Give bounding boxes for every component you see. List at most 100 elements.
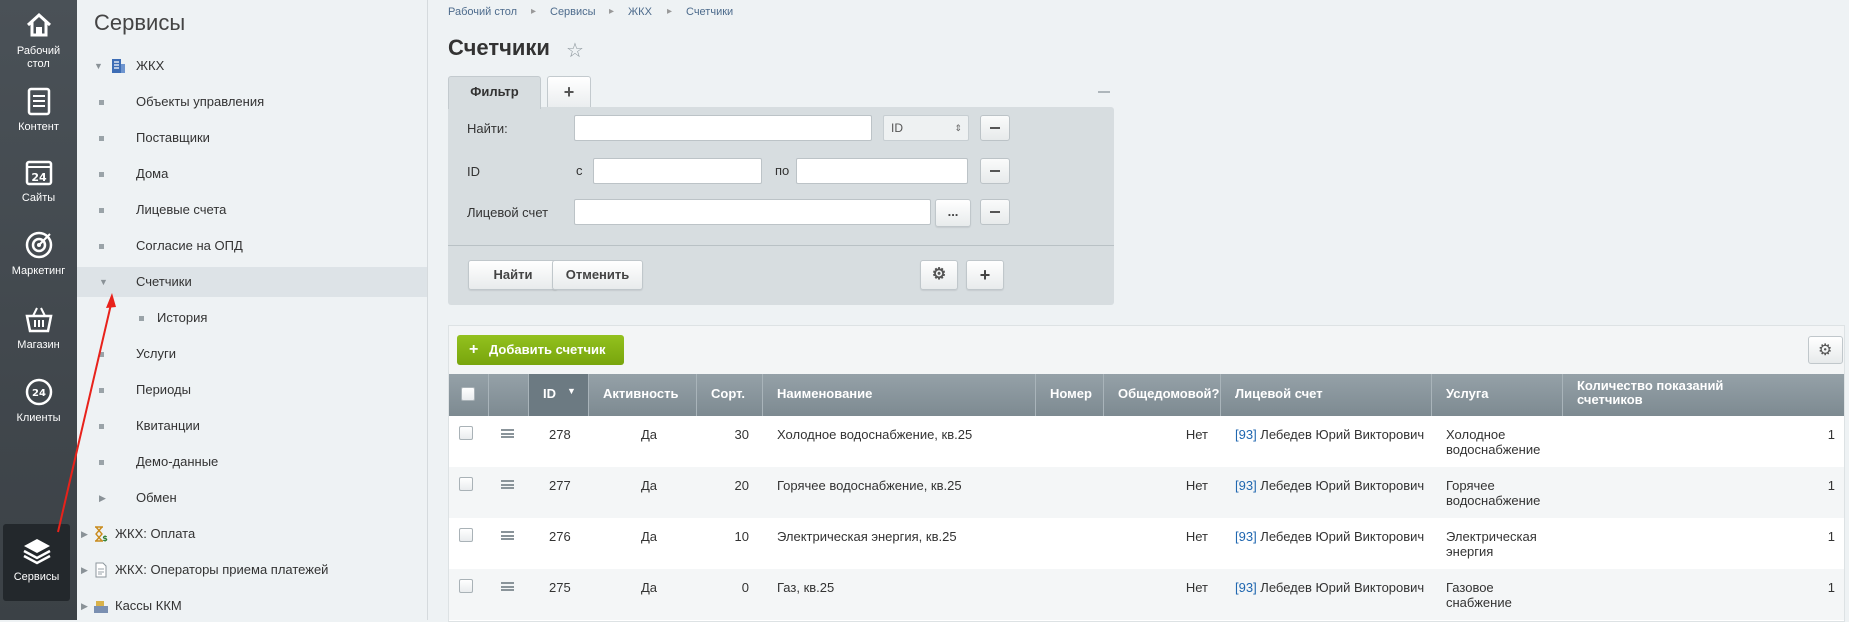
account-id-link[interactable]: [93] — [1235, 427, 1257, 442]
account-name: Лебедев Юрий Викторович — [1256, 529, 1425, 544]
expanded-triangle-icon[interactable]: ▼ — [94, 51, 103, 81]
collapse-filter-icon[interactable] — [1098, 91, 1110, 93]
svg-text:$: $ — [102, 534, 108, 542]
column-header-active[interactable]: Активность — [589, 374, 697, 416]
menu-item-suppliers[interactable]: Поставщики — [77, 123, 427, 153]
nav-sites[interactable]: 24 Сайты — [0, 157, 77, 205]
cell-account[interactable]: [93] Лебедев Юрий Викторович — [1235, 478, 1424, 493]
row-checkbox[interactable] — [459, 426, 473, 440]
column-header-id[interactable]: ID ▼ — [529, 374, 589, 416]
column-header-account[interactable]: Лицевой счет — [1221, 374, 1432, 416]
collapsed-triangle-icon[interactable]: ▶ — [99, 483, 106, 513]
nav-shop-label: Магазин — [17, 339, 60, 351]
account-id-link[interactable]: [93] — [1235, 478, 1257, 493]
building-icon — [112, 59, 125, 73]
collapsed-triangle-icon[interactable]: ▶ — [81, 519, 88, 549]
cell-service: Электрическая энергия — [1446, 529, 1537, 559]
row-checkbox[interactable] — [459, 528, 473, 542]
grid-settings-button[interactable]: ⚙ — [1808, 336, 1843, 364]
add-meter-button[interactable]: + Добавить счетчик — [457, 335, 624, 365]
table-row[interactable]: 275 Да 0 Газ, кв.25 Нет [93] Лебедев Юрий Вик… — [449, 569, 1844, 620]
menu-item-meters[interactable]: ▼ Счетчики — [77, 267, 427, 297]
cancel-button[interactable]: Отменить — [552, 260, 643, 290]
remove-find-field-button[interactable] — [980, 115, 1010, 141]
menu-item-services[interactable]: Услуги — [77, 339, 427, 369]
row-checkbox[interactable] — [459, 579, 473, 593]
table-row[interactable]: 278 Да 30 Холодное водоснабжение, кв.25 Нет [… — [449, 416, 1844, 467]
find-input[interactable] — [574, 115, 872, 141]
remove-account-field-button[interactable] — [980, 199, 1010, 225]
menu-item-exchange[interactable]: ▶ Обмен — [77, 483, 427, 513]
nav-clients[interactable]: 24 Клиенты — [0, 377, 77, 425]
row-menu-icon[interactable] — [501, 429, 514, 438]
filter-settings-button[interactable]: ⚙ — [920, 260, 958, 290]
breadcrumb-services[interactable]: Сервисы — [550, 6, 596, 18]
table-row[interactable]: 276 Да 10 Электрическая энергия, кв.25 Нет [9… — [449, 518, 1844, 569]
row-menu-icon[interactable] — [501, 480, 514, 489]
add-filter-field-button[interactable]: + — [966, 260, 1004, 290]
cell-account[interactable]: [93] Лебедев Юрий Викторович — [1235, 580, 1424, 595]
select-arrows-icon: ⇕ — [954, 123, 962, 133]
expanded-triangle-icon[interactable]: ▼ — [99, 267, 108, 297]
menu-item-label: ЖКХ: Оплата — [115, 526, 196, 541]
find-scope-select[interactable]: ID ⇕ — [883, 115, 969, 141]
nav-content[interactable]: Контент — [0, 86, 77, 134]
cell-active: Да — [641, 427, 658, 442]
remove-id-field-button[interactable] — [980, 158, 1010, 184]
menu-item-zhkh[interactable]: ▼ ЖКХ — [77, 51, 427, 81]
menu-item-accounts[interactable]: Лицевые счета — [77, 195, 427, 225]
cash-register-icon — [94, 601, 108, 613]
menu-item-operators[interactable]: ▶ ЖКХ: Операторы приема платежей — [77, 555, 427, 585]
column-header-common[interactable]: Общедомовой? — [1104, 374, 1221, 416]
account-id-link[interactable]: [93] — [1235, 529, 1257, 544]
breadcrumb-zhkh[interactable]: ЖКХ — [628, 6, 652, 18]
table-row[interactable]: 277 Да 20 Горячее водоснабжение, кв.25 Нет [9… — [449, 467, 1844, 518]
column-header-number[interactable]: Номер — [1036, 374, 1104, 416]
account-input[interactable] — [574, 199, 931, 225]
plus-icon: + — [469, 341, 479, 358]
nav-marketing[interactable]: Маркетинг — [0, 230, 77, 278]
menu-item-periods[interactable]: Периоды — [77, 375, 427, 405]
breadcrumb-meters[interactable]: Счетчики — [686, 6, 733, 18]
row-checkbox[interactable] — [459, 477, 473, 491]
select-all-checkbox[interactable] — [461, 387, 475, 401]
column-header-name[interactable]: Наименование — [763, 374, 1036, 416]
tab-filter[interactable]: Фильтр — [448, 76, 541, 109]
row-menu-icon[interactable] — [501, 582, 514, 591]
favorite-star-icon[interactable]: ☆ — [566, 38, 584, 63]
menu-item-receipts[interactable]: Квитанции — [77, 411, 427, 441]
column-header-service[interactable]: Услуга — [1432, 374, 1563, 416]
column-header-sort[interactable]: Сорт. — [697, 374, 763, 416]
menu-item-cash-registers[interactable]: ▶ Кассы ККМ — [77, 591, 427, 621]
menu-item-demo-data[interactable]: Демо-данные — [77, 447, 427, 477]
menu-item-history[interactable]: История — [77, 303, 427, 333]
nav-services-label: Сервисы — [13, 571, 60, 583]
find-scope-value: ID — [891, 121, 903, 135]
menu-item-objects[interactable]: Объекты управления — [77, 87, 427, 117]
menu-item-label: Периоды — [136, 382, 191, 397]
id-to-input[interactable] — [796, 158, 968, 184]
menu-item-label: Кассы ККМ — [115, 598, 182, 613]
row-menu-icon[interactable] — [501, 531, 514, 540]
collapsed-triangle-icon[interactable]: ▶ — [81, 591, 88, 621]
find-button[interactable]: Найти — [468, 260, 558, 290]
menu-item-payment[interactable]: ▶ $ ЖКХ: Оплата — [77, 519, 427, 549]
menu-item-houses[interactable]: Дома — [77, 159, 427, 189]
id-from-input[interactable] — [593, 158, 762, 184]
account-picker-button[interactable]: ... — [935, 199, 971, 227]
layers-icon — [22, 539, 51, 565]
breadcrumb-separator-icon: ▸ — [531, 6, 537, 17]
nav-desktop[interactable]: Рабочий стол — [0, 10, 77, 71]
menu-item-label: Поставщики — [136, 130, 210, 145]
collapsed-triangle-icon[interactable]: ▶ — [81, 555, 88, 585]
nav-shop[interactable]: Магазин — [0, 304, 77, 352]
add-filter-tab-button[interactable]: + — [547, 76, 591, 109]
column-header-readings-count[interactable]: Количество показаний счетчиков — [1563, 374, 1844, 416]
column-header-label: Сорт. — [711, 386, 745, 401]
cell-account[interactable]: [93] Лебедев Юрий Викторович — [1235, 427, 1424, 442]
menu-item-consent[interactable]: Согласие на ОПД — [77, 231, 427, 261]
cell-account[interactable]: [93] Лебедев Юрий Викторович — [1235, 529, 1424, 544]
nav-services[interactable]: Сервисы — [3, 524, 70, 601]
account-id-link[interactable]: [93] — [1235, 580, 1257, 595]
breadcrumb-desktop[interactable]: Рабочий стол — [448, 6, 517, 18]
